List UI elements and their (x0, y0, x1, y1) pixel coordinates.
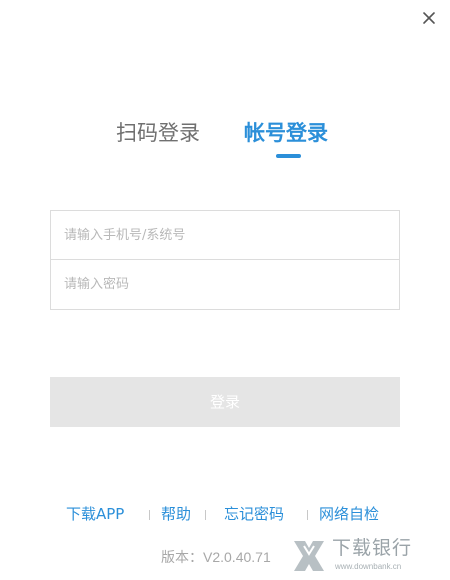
account-input[interactable] (51, 211, 399, 259)
link-separator (307, 510, 308, 520)
network-check-link[interactable]: 网络自检 (319, 503, 379, 525)
footer-links: 下载APP 帮助 忘记密码 网络自检 (0, 503, 450, 525)
password-input[interactable] (51, 260, 399, 308)
forgot-password-link[interactable]: 忘记密码 (224, 503, 284, 525)
watermark-logo-icon (290, 537, 328, 575)
close-button[interactable] (419, 8, 439, 28)
download-app-link[interactable]: 下载APP (66, 503, 124, 525)
active-tab-indicator (276, 154, 301, 158)
version-prefix: 版本： (161, 550, 203, 566)
login-form (50, 210, 400, 310)
link-separator (149, 510, 150, 520)
watermark-url: www.downbank.cn (335, 562, 402, 571)
version-number: V2.0.40.71 (203, 549, 271, 565)
version-label: 版本：V2.0.40.71 (161, 547, 271, 568)
login-button[interactable]: 登录 (50, 377, 400, 427)
help-link[interactable]: 帮助 (161, 503, 191, 525)
link-separator (205, 510, 206, 520)
tab-account-login[interactable]: 帐号登录 (244, 118, 328, 148)
tab-scan-login[interactable]: 扫码登录 (116, 118, 200, 148)
watermark: 下载银行 www.downbank.cn (290, 535, 445, 577)
close-icon (419, 8, 439, 28)
watermark-site-name: 下载银行 (332, 537, 413, 559)
login-mode-tabs: 扫码登录 帐号登录 (0, 118, 450, 168)
